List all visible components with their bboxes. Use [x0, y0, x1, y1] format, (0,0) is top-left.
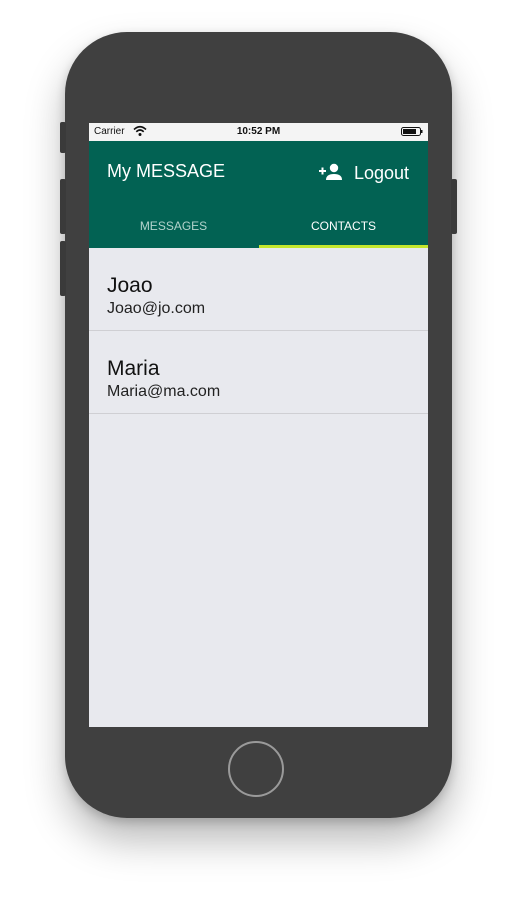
screen: Carrier 10:52 PM My MESSAGE Logout MESSA… [89, 123, 428, 727]
contact-email: Joao@jo.com [107, 300, 206, 317]
volume-down-button [60, 241, 66, 296]
contact-email: Maria@ma.com [107, 383, 221, 400]
power-button [451, 179, 457, 234]
tab-contacts[interactable]: CONTACTS [259, 219, 428, 245]
app-title: My MESSAGE [107, 161, 226, 181]
tab-messages[interactable]: MESSAGES [89, 219, 258, 245]
silent-switch [60, 122, 66, 153]
list-item[interactable]: Maria Maria@ma.com [89, 331, 428, 414]
contact-name: Maria [107, 357, 160, 380]
list-item[interactable]: Joao Joao@jo.com [89, 248, 428, 331]
home-button[interactable] [228, 741, 284, 797]
battery-icon [401, 127, 423, 136]
app-bar: My MESSAGE Logout MESSAGES CONTACTS [89, 141, 428, 248]
contact-name: Joao [107, 274, 153, 297]
status-time: 10:52 PM [236, 126, 281, 137]
status-bar: Carrier 10:52 PM [89, 123, 428, 141]
add-person-icon[interactable] [319, 163, 343, 181]
contacts-list: Joao Joao@jo.com Maria Maria@ma.com [89, 248, 428, 414]
logout-button[interactable]: Logout [354, 163, 409, 184]
volume-up-button [60, 179, 66, 234]
